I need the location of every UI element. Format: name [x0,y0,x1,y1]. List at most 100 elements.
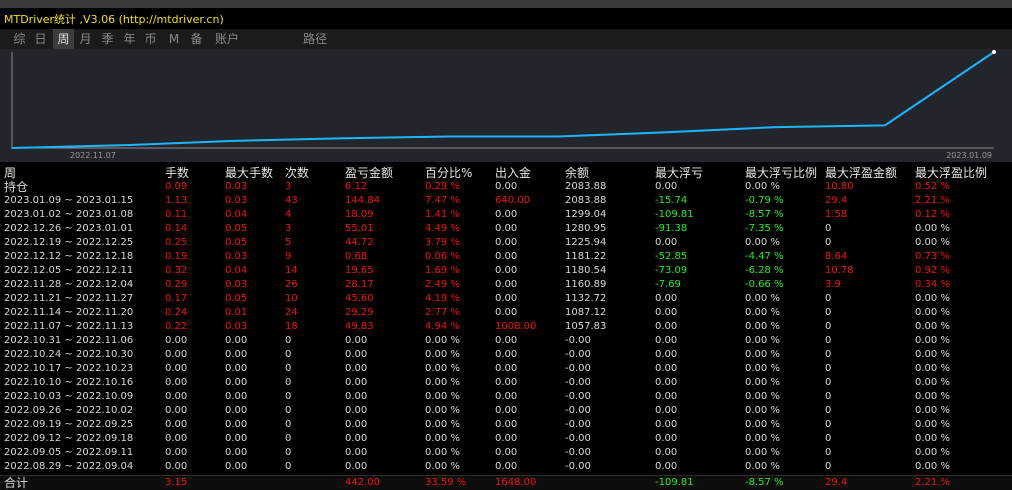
table-row[interactable]: 2022.11.21 ~ 2022.11.27 0.17 0.05 10 45.60 4.… [0,292,1012,306]
tab-4[interactable]: 季 [98,29,117,49]
col-percent-cell: 0.00 % [425,349,460,360]
table-row[interactable]: 2022.12.26 ~ 2023.01.01 0.14 0.05 3 55.01 4.4… [0,222,1012,236]
balance-point [665,131,668,134]
table-row[interactable]: 2022.11.07 ~ 2022.11.13 0.22 0.03 18 49.83 4.… [0,320,1012,334]
col-week-cell: 2022.11.07 ~ 2022.11.13 [4,321,134,332]
tab-6[interactable]: 币 [141,29,160,49]
col-max-lots-cell: 0.03 [225,195,248,206]
tab-5[interactable]: 年 [120,29,139,49]
table-row[interactable]: 2022.10.17 ~ 2022.10.23 0.00 0.00 0 0.00 0.00… [0,362,1012,376]
col-max-profit-pct-cell: 0.00 % [915,363,950,374]
table-row[interactable]: 2022.09.12 ~ 2022.09.18 0.00 0.00 0 0.00 0.00… [0,432,1012,446]
col-percent-cell: 0.06 % [425,251,460,262]
table-row[interactable]: 2022.10.10 ~ 2022.10.16 0.00 0.00 0 0.00 0.00… [0,376,1012,390]
col-max-drawdown-pct-cell: -0.66 % [745,279,784,290]
col-max-profit-cell: 0 [825,419,832,430]
col-lots-cell: 0.00 [165,363,188,374]
col-count-cell: 43 [285,195,298,206]
col-week-cell: 2022.10.24 ~ 2022.10.30 [4,349,134,360]
table-row[interactable]: 2022.10.31 ~ 2022.11.06 0.00 0.00 0 0.00 0.00… [0,334,1012,348]
table-row[interactable]: 2022.12.19 ~ 2022.12.25 0.25 0.05 5 44.72 3.7… [0,236,1012,250]
col-percent-cell: 2.77 % [425,307,460,318]
col-deposit-cell: 640.00 [495,195,530,206]
col-percent-cell: 4.19 % [425,293,460,304]
col-max-profit-pct-cell: 0.12 % [915,209,950,220]
tab-1[interactable]: 日 [31,29,50,49]
tab-7[interactable]: M [166,29,182,49]
col-week-cell: 2022.10.17 ~ 2022.10.23 [4,363,134,374]
header-col-percent[interactable]: 百分比% [425,165,472,181]
col-count-cell: 0 [285,391,292,402]
col-max-profit-cell: 1.58 [825,209,848,220]
col-max-profit-pct-cell: 0.00 % [915,461,950,472]
col-max-drawdown-cell: 0.00 [655,391,678,402]
table-row[interactable]: 2022.09.19 ~ 2022.09.25 0.00 0.00 0 0.00 0.00… [0,418,1012,432]
tab-10[interactable]: 路径 [297,29,333,49]
header-col-max-lots[interactable]: 最大手数 [225,165,273,181]
header-col-max-drawdown-pct[interactable]: 最大浮亏比例 [745,165,817,181]
header-col-max-profit-pct[interactable]: 最大浮盈比例 [915,165,987,181]
col-max-drawdown-pct-cell: 0.00 % [745,237,780,248]
col-balance-cell: -0.00 [565,447,591,458]
header-col-balance[interactable]: 余额 [565,165,589,181]
col-deposit-cell: 0.00 [495,377,518,388]
tab-9[interactable]: 账户 [210,29,244,49]
col-balance-cell: 1087.12 [565,307,607,318]
table-row[interactable]: 2022.09.26 ~ 2022.10.02 0.00 0.00 0 0.00 0.00… [0,404,1012,418]
table-row[interactable]: 2022.08.29 ~ 2022.09.04 0.00 0.00 0 0.00 0.00… [0,460,1012,474]
table-row[interactable]: 2023.01.09 ~ 2023.01.15 1.13 0.03 43 144.84 7… [0,194,1012,208]
header-col-count[interactable]: 次数 [285,165,309,181]
col-max-drawdown-pct-cell: 0.00 % [745,363,780,374]
col-max-drawdown-cell: 0.00 [655,461,678,472]
col-week-cell: 2022.11.14 ~ 2022.11.20 [4,307,134,318]
table-row[interactable]: 2022.09.05 ~ 2022.09.11 0.00 0.00 0 0.00 0.00… [0,446,1012,460]
tab-0[interactable]: 综 [10,29,29,49]
position-row[interactable]: 持仓 0.09 0.03 3 6.12 0.29 % 0.00 2083.88 0.00 0.00… [0,180,1012,194]
col-balance-cell: 1180.54 [565,265,607,276]
title-bar: MTDriver统计 ,V3.06 (http://mtdriver.cn) [0,8,1012,29]
col-max-lots-cell: 0.00 [225,447,248,458]
table-row[interactable]: 2022.11.14 ~ 2022.11.20 0.24 0.01 24 29.29 2.… [0,306,1012,320]
table-row[interactable]: 2022.10.24 ~ 2022.10.30 0.00 0.00 0 0.00 0.00… [0,348,1012,362]
tab-3[interactable]: 月 [76,29,95,49]
col-lots-cell: 1.13 [165,195,188,206]
total-row[interactable]: 合计 3.15 442.00 33.59 % 1648.00 -109.81 -8.57 %… [0,475,1012,490]
table-row[interactable]: 2022.11.28 ~ 2022.12.04 0.29 0.03 26 28.17 2.… [0,278,1012,292]
table-row[interactable]: 2022.12.12 ~ 2022.12.18 0.19 0.03 9 0.68 0.06… [0,250,1012,264]
table-row[interactable]: 2023.01.02 ~ 2023.01.08 0.11 0.04 4 18.09 1.4… [0,208,1012,222]
col-max-drawdown-cell: 0.00 [655,321,678,332]
col-max-drawdown-pct-cell: -8.57 % [745,477,784,488]
col-max-lots-cell: 0.04 [225,209,248,220]
col-max-drawdown-cell: -109.81 [655,477,694,488]
table-row[interactable]: 2022.10.03 ~ 2022.10.09 0.00 0.00 0 0.00 0.00… [0,390,1012,404]
col-pnl-cell: 45.60 [345,293,374,304]
col-max-profit-cell: 29.4 [825,477,848,488]
col-max-lots-cell: 0.05 [225,223,248,234]
header-col-max-profit[interactable]: 最大浮盈金额 [825,165,897,181]
tab-2[interactable]: 周 [53,29,74,49]
tab-8[interactable]: 备 [187,29,206,49]
col-lots-cell: 0.00 [165,405,188,416]
col-max-drawdown-pct-cell: 0.00 % [745,433,780,444]
col-max-drawdown-cell: 0.00 [655,181,678,192]
header-col-max-drawdown[interactable]: 最大浮亏 [655,165,703,181]
col-max-profit-pct-cell: 0.00 % [915,307,950,318]
col-max-drawdown-cell: -52.85 [655,251,688,262]
header-col-week[interactable]: 周 [4,165,16,181]
header-col-deposit[interactable]: 出入金 [495,165,531,181]
col-max-drawdown-cell: 0.00 [655,419,678,430]
col-balance-cell: 1057.83 [565,321,607,332]
col-count-cell: 4 [285,209,292,220]
balance-point [120,144,122,147]
col-week-cell: 2022.09.19 ~ 2022.09.25 [4,419,134,430]
header-col-pnl[interactable]: 盈亏金额 [345,165,393,181]
header-col-lots[interactable]: 手数 [165,165,189,181]
col-percent-cell: 2.49 % [425,279,460,290]
period-tab-bar: 综日周月季年币 M 备账户 路径 [0,29,1012,49]
col-percent-cell: 0.00 % [425,405,460,416]
table-row[interactable]: 2022.12.05 ~ 2022.12.11 0.32 0.04 14 19.65 1.… [0,264,1012,278]
col-max-drawdown-cell: 0.00 [655,237,678,248]
chart-axes [11,52,994,149]
col-lots-cell: 0.32 [165,265,188,276]
col-percent-cell: 0.29 % [425,181,460,192]
